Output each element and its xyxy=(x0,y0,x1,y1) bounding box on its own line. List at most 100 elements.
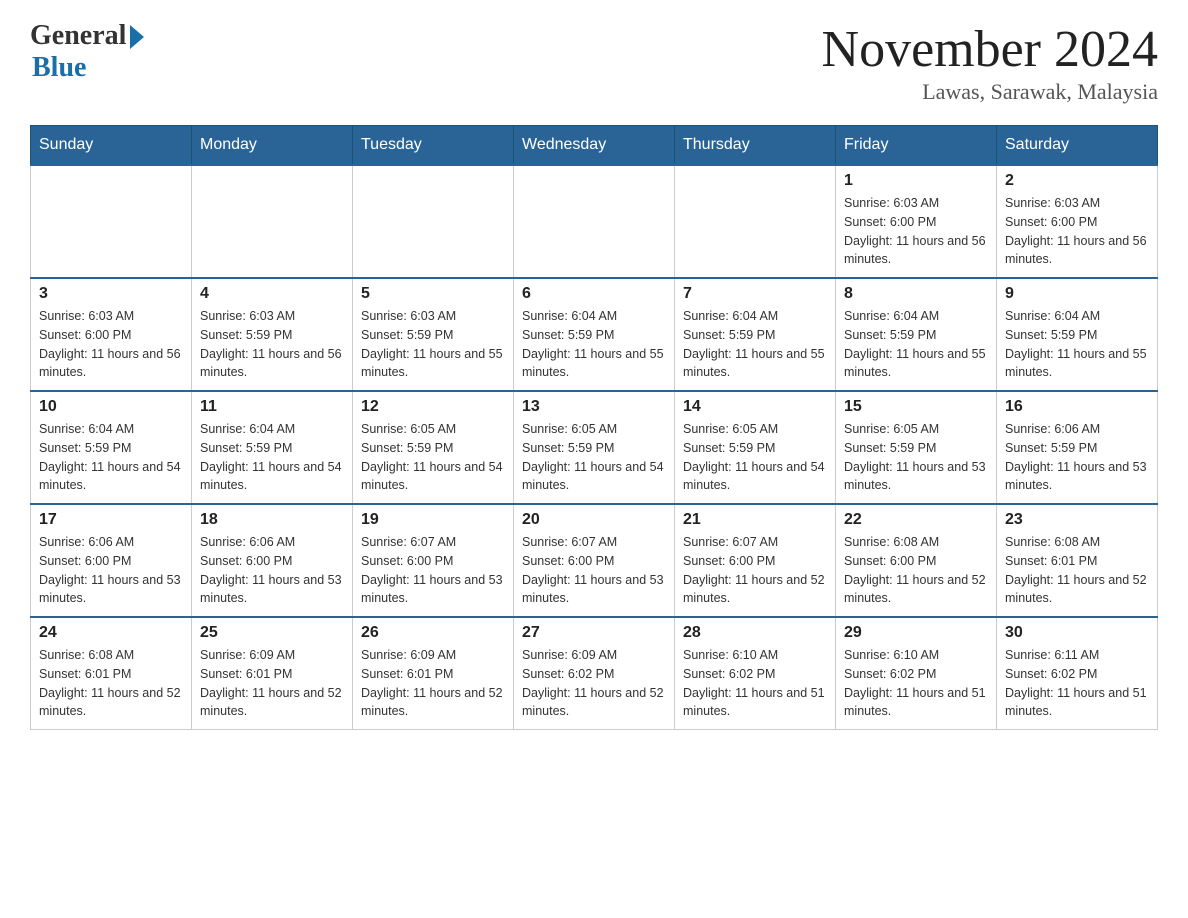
table-row: 3 Sunrise: 6:03 AMSunset: 6:00 PMDaylight… xyxy=(31,278,192,391)
day-info: Sunrise: 6:04 AMSunset: 5:59 PMDaylight:… xyxy=(683,307,827,382)
table-row: 17Sunrise: 6:06 AMSunset: 6:00 PMDayligh… xyxy=(31,504,192,617)
col-wednesday: Wednesday xyxy=(514,126,675,166)
day-number: 8 xyxy=(844,285,988,303)
calendar-week-row: 1 Sunrise: 6:03 AMSunset: 6:00 PMDaylight… xyxy=(31,165,1158,278)
table-row: 8 Sunrise: 6:04 AMSunset: 5:59 PMDaylight… xyxy=(836,278,997,391)
day-info: Sunrise: 6:06 AMSunset: 5:59 PMDaylight:… xyxy=(1005,420,1149,495)
day-number: 19 xyxy=(361,511,505,529)
day-number: 9 xyxy=(1005,285,1149,303)
day-number: 29 xyxy=(844,624,988,642)
logo-blue-text: Blue xyxy=(32,52,86,84)
table-row: 10 Sunrise: 6:04 AMSunset: 5:59 PMDayligh… xyxy=(31,391,192,504)
col-friday: Friday xyxy=(836,126,997,166)
calendar-week-row: 3 Sunrise: 6:03 AMSunset: 6:00 PMDaylight… xyxy=(31,278,1158,391)
table-row xyxy=(675,165,836,278)
table-row: 18Sunrise: 6:06 AMSunset: 6:00 PMDayligh… xyxy=(192,504,353,617)
day-number: 14 xyxy=(683,398,827,416)
table-row: 20Sunrise: 6:07 AMSunset: 6:00 PMDayligh… xyxy=(514,504,675,617)
day-info: Sunrise: 6:04 AMSunset: 5:59 PMDaylight:… xyxy=(844,307,988,382)
day-info: Sunrise: 6:10 AMSunset: 6:02 PMDaylight:… xyxy=(683,646,827,721)
day-number: 30 xyxy=(1005,624,1149,642)
table-row: 25 Sunrise: 6:09 AMSunset: 6:01 PMDayligh… xyxy=(192,617,353,730)
day-info: Sunrise: 6:04 AMSunset: 5:59 PMDaylight:… xyxy=(522,307,666,382)
day-info: Sunrise: 6:11 AMSunset: 6:02 PMDaylight:… xyxy=(1005,646,1149,721)
table-row: 21 Sunrise: 6:07 AMSunset: 6:00 PMDayligh… xyxy=(675,504,836,617)
day-info: Sunrise: 6:08 AMSunset: 6:01 PMDaylight:… xyxy=(39,646,183,721)
logo-arrow-icon xyxy=(130,25,144,49)
day-number: 21 xyxy=(683,511,827,529)
table-row: 14 Sunrise: 6:05 AMSunset: 5:59 PMDayligh… xyxy=(675,391,836,504)
day-info: Sunrise: 6:08 AMSunset: 6:00 PMDaylight:… xyxy=(844,533,988,608)
day-number: 4 xyxy=(200,285,344,303)
day-number: 22 xyxy=(844,511,988,529)
calendar-header-row: Sunday Monday Tuesday Wednesday Thursday… xyxy=(31,126,1158,166)
day-number: 28 xyxy=(683,624,827,642)
table-row: 24 Sunrise: 6:08 AMSunset: 6:01 PMDayligh… xyxy=(31,617,192,730)
day-info: Sunrise: 6:09 AMSunset: 6:01 PMDaylight:… xyxy=(200,646,344,721)
day-number: 12 xyxy=(361,398,505,416)
table-row: 12 Sunrise: 6:05 AMSunset: 5:59 PMDayligh… xyxy=(353,391,514,504)
calendar-week-row: 24 Sunrise: 6:08 AMSunset: 6:01 PMDayligh… xyxy=(31,617,1158,730)
day-number: 26 xyxy=(361,624,505,642)
day-number: 1 xyxy=(844,172,988,190)
day-info: Sunrise: 6:03 AMSunset: 6:00 PMDaylight:… xyxy=(844,194,988,269)
table-row: 2Sunrise: 6:03 AMSunset: 6:00 PMDaylight… xyxy=(997,165,1158,278)
day-info: Sunrise: 6:08 AMSunset: 6:01 PMDaylight:… xyxy=(1005,533,1149,608)
day-info: Sunrise: 6:03 AMSunset: 6:00 PMDaylight:… xyxy=(1005,194,1149,269)
day-number: 3 xyxy=(39,285,183,303)
day-number: 13 xyxy=(522,398,666,416)
day-info: Sunrise: 6:04 AMSunset: 5:59 PMDaylight:… xyxy=(1005,307,1149,382)
calendar-week-row: 17Sunrise: 6:06 AMSunset: 6:00 PMDayligh… xyxy=(31,504,1158,617)
day-info: Sunrise: 6:05 AMSunset: 5:59 PMDaylight:… xyxy=(361,420,505,495)
day-number: 18 xyxy=(200,511,344,529)
day-info: Sunrise: 6:05 AMSunset: 5:59 PMDaylight:… xyxy=(522,420,666,495)
title-block: November 2024 Lawas, Sarawak, Malaysia xyxy=(822,20,1158,105)
col-thursday: Thursday xyxy=(675,126,836,166)
day-number: 24 xyxy=(39,624,183,642)
table-row: 16Sunrise: 6:06 AMSunset: 5:59 PMDayligh… xyxy=(997,391,1158,504)
page-header: General Blue November 2024 Lawas, Sarawa… xyxy=(30,20,1158,105)
table-row: 7Sunrise: 6:04 AMSunset: 5:59 PMDaylight… xyxy=(675,278,836,391)
month-title: November 2024 xyxy=(822,20,1158,79)
day-info: Sunrise: 6:09 AMSunset: 6:01 PMDaylight:… xyxy=(361,646,505,721)
day-number: 20 xyxy=(522,511,666,529)
calendar-table: Sunday Monday Tuesday Wednesday Thursday… xyxy=(30,125,1158,730)
day-info: Sunrise: 6:07 AMSunset: 6:00 PMDaylight:… xyxy=(683,533,827,608)
table-row: 19 Sunrise: 6:07 AMSunset: 6:00 PMDayligh… xyxy=(353,504,514,617)
day-number: 15 xyxy=(844,398,988,416)
table-row: 29Sunrise: 6:10 AMSunset: 6:02 PMDayligh… xyxy=(836,617,997,730)
table-row: 28 Sunrise: 6:10 AMSunset: 6:02 PMDayligh… xyxy=(675,617,836,730)
day-info: Sunrise: 6:04 AMSunset: 5:59 PMDaylight:… xyxy=(200,420,344,495)
col-sunday: Sunday xyxy=(31,126,192,166)
table-row: 30 Sunrise: 6:11 AMSunset: 6:02 PMDayligh… xyxy=(997,617,1158,730)
col-monday: Monday xyxy=(192,126,353,166)
table-row xyxy=(31,165,192,278)
table-row: 26 Sunrise: 6:09 AMSunset: 6:01 PMDayligh… xyxy=(353,617,514,730)
day-number: 5 xyxy=(361,285,505,303)
table-row: 5 Sunrise: 6:03 AMSunset: 5:59 PMDaylight… xyxy=(353,278,514,391)
day-number: 11 xyxy=(200,398,344,416)
day-number: 25 xyxy=(200,624,344,642)
day-number: 10 xyxy=(39,398,183,416)
table-row: 13 Sunrise: 6:05 AMSunset: 5:59 PMDayligh… xyxy=(514,391,675,504)
day-info: Sunrise: 6:06 AMSunset: 6:00 PMDaylight:… xyxy=(39,533,183,608)
table-row: 22 Sunrise: 6:08 AMSunset: 6:00 PMDayligh… xyxy=(836,504,997,617)
table-row: 6Sunrise: 6:04 AMSunset: 5:59 PMDaylight… xyxy=(514,278,675,391)
day-number: 27 xyxy=(522,624,666,642)
table-row: 27Sunrise: 6:09 AMSunset: 6:02 PMDayligh… xyxy=(514,617,675,730)
day-info: Sunrise: 6:05 AMSunset: 5:59 PMDaylight:… xyxy=(844,420,988,495)
day-info: Sunrise: 6:04 AMSunset: 5:59 PMDaylight:… xyxy=(39,420,183,495)
table-row: 4 Sunrise: 6:03 AMSunset: 5:59 PMDaylight… xyxy=(192,278,353,391)
day-info: Sunrise: 6:07 AMSunset: 6:00 PMDaylight:… xyxy=(361,533,505,608)
day-info: Sunrise: 6:05 AMSunset: 5:59 PMDaylight:… xyxy=(683,420,827,495)
col-tuesday: Tuesday xyxy=(353,126,514,166)
logo-general-text: General xyxy=(30,20,126,52)
day-info: Sunrise: 6:03 AMSunset: 6:00 PMDaylight:… xyxy=(39,307,183,382)
location-title: Lawas, Sarawak, Malaysia xyxy=(822,79,1158,105)
day-info: Sunrise: 6:03 AMSunset: 5:59 PMDaylight:… xyxy=(361,307,505,382)
day-info: Sunrise: 6:03 AMSunset: 5:59 PMDaylight:… xyxy=(200,307,344,382)
table-row xyxy=(192,165,353,278)
calendar-week-row: 10 Sunrise: 6:04 AMSunset: 5:59 PMDayligh… xyxy=(31,391,1158,504)
table-row: 23Sunrise: 6:08 AMSunset: 6:01 PMDayligh… xyxy=(997,504,1158,617)
logo: General Blue xyxy=(30,20,144,84)
